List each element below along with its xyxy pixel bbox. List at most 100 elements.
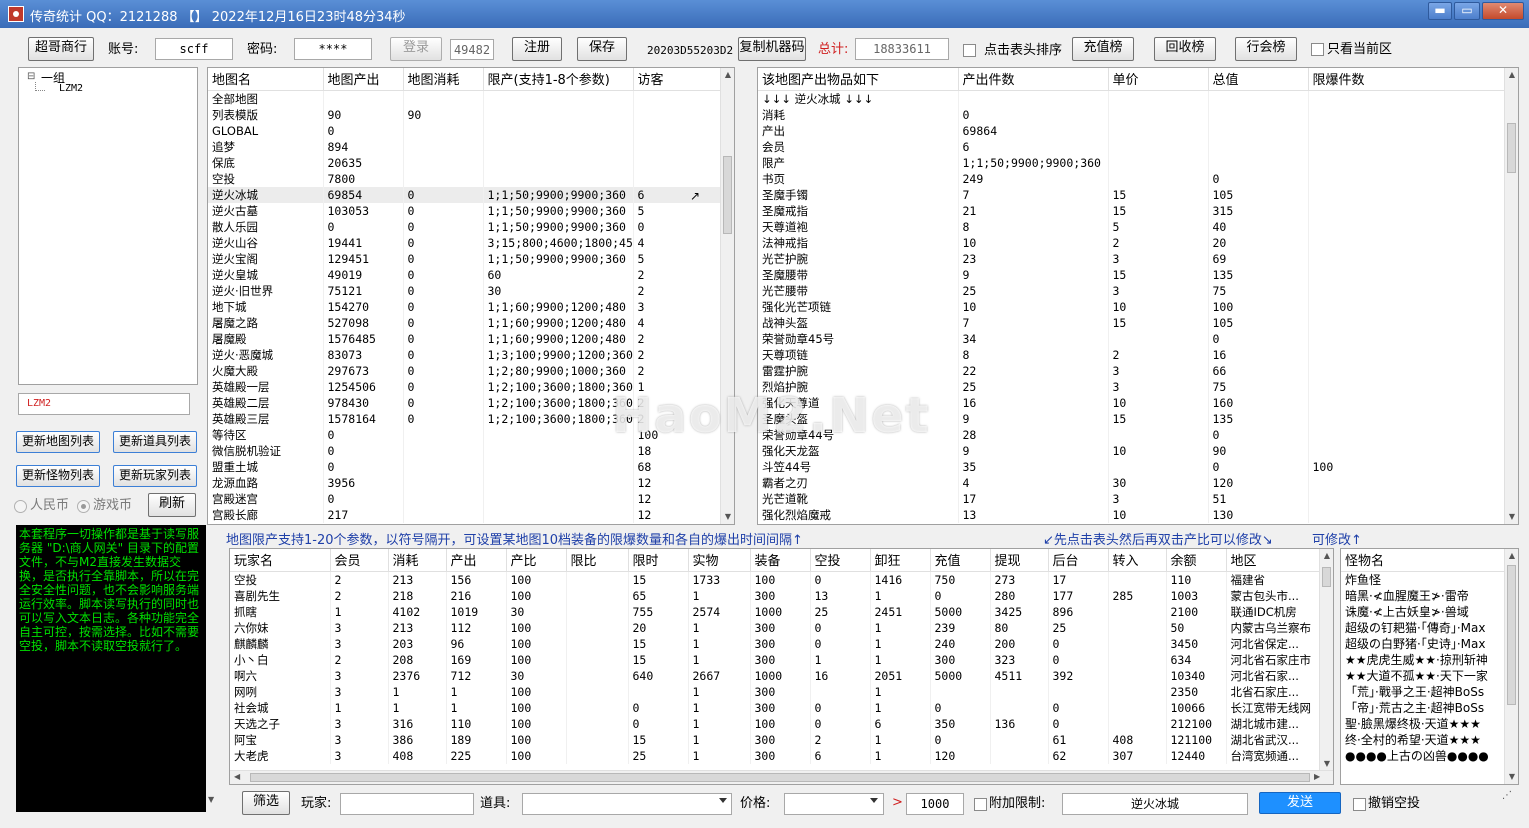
table-cell[interactable]: 1733: [688, 571, 751, 588]
table-cell[interactable]: 40: [1208, 218, 1309, 235]
table-row[interactable]: 保底 20635: [208, 154, 723, 171]
table-cell[interactable]: 68: [633, 458, 723, 475]
table-cell[interactable]: [1308, 266, 1507, 283]
table-cell[interactable]: [1308, 170, 1507, 187]
table-cell[interactable]: 逆火·恶魔城: [208, 346, 324, 363]
table-row[interactable]: 全部地图: [208, 90, 723, 107]
table-cell[interactable]: [1108, 138, 1209, 155]
table-row[interactable]: 屠魔之路 527098 0 1;1;60;9900;1200;480 4: [208, 314, 723, 331]
table-cell[interactable]: 阿宝: [230, 731, 331, 748]
table-cell[interactable]: 25: [1048, 619, 1109, 636]
table-cell[interactable]: [633, 170, 723, 187]
table-cell[interactable]: 15: [628, 651, 689, 668]
table-cell[interactable]: 19441: [323, 234, 404, 251]
monster-name[interactable]: 诛魔·≮上古妖皇≯·兽域: [1341, 603, 1506, 620]
player_table-header[interactable]: 卸狂: [870, 549, 931, 572]
table-row[interactable]: 光芒腰带 25 3 75: [758, 282, 1507, 299]
table-cell[interactable]: 1: [330, 699, 389, 716]
table-cell[interactable]: 1: [870, 587, 931, 604]
table-cell[interactable]: 120: [930, 747, 991, 764]
table-cell[interactable]: 51: [1208, 490, 1309, 507]
table-cell[interactable]: 1: [688, 683, 751, 700]
table-cell[interactable]: 全部地图: [208, 90, 324, 107]
table-row[interactable]: 大老虎 3 408 225 100 25 1 300 6 1 120 62 307 12440 台湾宽频通.…: [230, 747, 1322, 764]
table-cell[interactable]: [1308, 250, 1507, 267]
table-cell[interactable]: [1308, 426, 1507, 443]
table-cell[interactable]: 1: [446, 683, 507, 700]
item_table-header[interactable]: 产出件数: [958, 68, 1109, 91]
table-cell[interactable]: 408: [388, 747, 447, 764]
table-cell[interactable]: [1308, 474, 1507, 491]
list-item[interactable]: 诛魔·≮上古妖皇≯·兽域: [1341, 603, 1506, 620]
table-cell[interactable]: [566, 715, 629, 732]
table-cell[interactable]: 105: [1208, 314, 1309, 331]
map_table-header[interactable]: 地图名: [208, 68, 324, 91]
table-cell[interactable]: 6: [958, 138, 1109, 155]
table-cell[interactable]: 177: [1048, 587, 1109, 604]
table-row[interactable]: 光芒道靴 17 3 51: [758, 490, 1507, 507]
table-cell[interactable]: [483, 106, 634, 123]
table-cell[interactable]: 逆火宝阁: [208, 250, 324, 267]
table-row[interactable]: 消耗 0: [758, 106, 1507, 123]
table-cell[interactable]: 0: [323, 490, 404, 507]
table-cell[interactable]: [810, 683, 871, 700]
table-row[interactable]: 烈焰护腕 25 3 75: [758, 378, 1507, 395]
table-cell[interactable]: [1308, 122, 1507, 139]
table-cell[interactable]: 20: [1208, 234, 1309, 251]
table-cell[interactable]: 12440: [1166, 747, 1227, 764]
table-cell[interactable]: 978430: [323, 394, 404, 411]
table-cell[interactable]: [1108, 458, 1209, 475]
table-row[interactable]: 英雄殿三层 1578164 0 1;2;100;3600;1800;360 2: [208, 410, 723, 427]
monster-name[interactable]: ★★大道不孤★★·天下一家: [1341, 667, 1506, 684]
table-cell[interactable]: [483, 90, 634, 107]
monster-name[interactable]: 超级の白野猪·「史诗」·Max: [1341, 635, 1506, 652]
table-cell[interactable]: 0: [403, 218, 484, 235]
table-cell[interactable]: [1108, 571, 1167, 588]
table-cell[interactable]: 100: [1308, 458, 1507, 475]
table-cell[interactable]: [1108, 715, 1167, 732]
table-cell[interactable]: 列表模版: [208, 106, 324, 123]
table-cell[interactable]: 130: [1208, 506, 1309, 523]
list-item[interactable]: 聖·臉黑爆终极·天道★★★: [1341, 715, 1506, 732]
table-cell[interactable]: 地下城: [208, 298, 324, 315]
table-row[interactable]: 宫殿长廊 217 12: [208, 506, 723, 523]
table-cell[interactable]: [1108, 170, 1209, 187]
table-cell[interactable]: 斗笠44号: [758, 458, 959, 475]
list-item[interactable]: ●●●●上古の凶兽●●●●: [1341, 747, 1506, 764]
maximize-button[interactable]: ▭: [1454, 2, 1480, 20]
table-row[interactable]: 追梦 894: [208, 138, 723, 155]
table-cell[interactable]: [1108, 683, 1167, 700]
table-cell[interactable]: 15: [628, 571, 689, 588]
table-cell[interactable]: 100: [506, 715, 567, 732]
table-cell[interactable]: 213: [388, 571, 447, 588]
table-cell[interactable]: 龙源血路: [208, 474, 324, 491]
server-tree[interactable]: ⊟ 一组 LZM2: [18, 67, 198, 385]
table-cell[interactable]: 大老虎: [230, 747, 331, 764]
table-cell[interactable]: 50: [1166, 619, 1227, 636]
current-area-checkbox[interactable]: [1311, 43, 1324, 56]
table-cell[interactable]: [483, 122, 634, 139]
monster-name[interactable]: 聖·臉黑爆终极·天道★★★: [1341, 715, 1506, 732]
table-cell[interactable]: 65: [628, 587, 689, 604]
table-cell[interactable]: 1;3;100;9900;1200;360: [483, 346, 634, 363]
price-dropdown-icon[interactable]: [870, 798, 878, 803]
table-cell[interactable]: 1: [870, 683, 931, 700]
table-cell[interactable]: 圣魔头盔: [758, 410, 959, 427]
table-cell[interactable]: 135: [1208, 266, 1309, 283]
table-cell[interactable]: 249: [958, 170, 1109, 187]
table-cell[interactable]: [633, 122, 723, 139]
scroll-up-icon[interactable]: ▲: [1505, 549, 1518, 563]
table-cell[interactable]: 110: [1166, 571, 1227, 588]
table-cell[interactable]: 长江宽带无线网: [1226, 699, 1322, 716]
table-cell[interactable]: 2: [330, 651, 389, 668]
player_table-header[interactable]: 限时: [628, 549, 689, 572]
map_table-header[interactable]: 地图产出: [323, 68, 404, 91]
table-cell[interactable]: 1: [810, 651, 871, 668]
list-item[interactable]: 超级の钉耙猫·「傳奇」·Max: [1341, 619, 1506, 636]
table-cell[interactable]: [566, 587, 629, 604]
table-cell[interactable]: 156: [446, 571, 507, 588]
account-input[interactable]: scff: [155, 38, 233, 60]
table-row[interactable]: 强化天龙盔 9 10 90: [758, 442, 1507, 459]
table-row[interactable]: 会员 6: [758, 138, 1507, 155]
table-cell[interactable]: 烈焰护腕: [758, 378, 959, 395]
